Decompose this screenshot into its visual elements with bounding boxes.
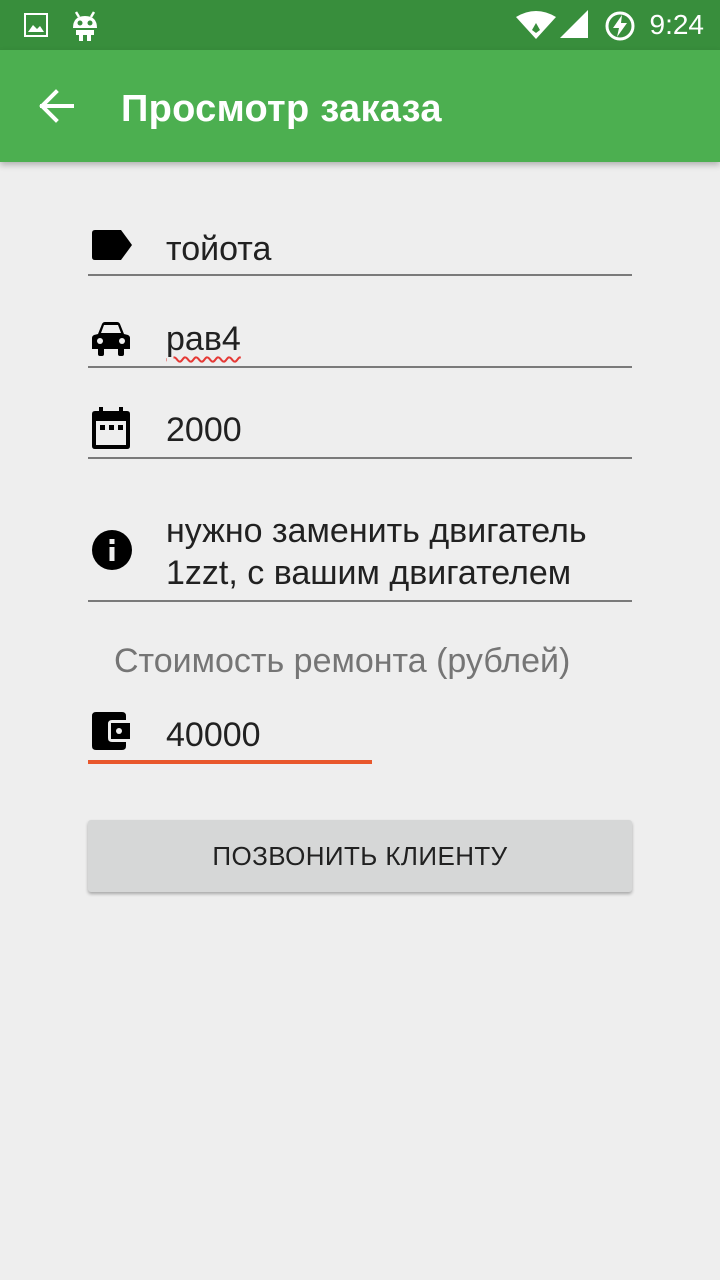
- status-bar: 9:24: [0, 0, 720, 50]
- description-underline: [88, 600, 632, 602]
- page-title: Просмотр заказа: [121, 88, 442, 130]
- model-value: рав4: [166, 320, 241, 358]
- year-field[interactable]: 2000: [88, 400, 632, 459]
- label-icon: [92, 230, 132, 260]
- image-icon: [24, 13, 48, 37]
- description-line-2: 1zzt, с вашим двигателем: [166, 554, 572, 592]
- cyanogenmod-icon: [73, 11, 97, 41]
- arrow-back-icon[interactable]: [30, 80, 82, 132]
- wifi-icon: [516, 11, 556, 39]
- status-time: 9:24: [649, 9, 705, 40]
- calendar-icon: [92, 407, 130, 449]
- brand-field[interactable]: тойота: [88, 218, 632, 276]
- wallet-icon: [92, 712, 130, 750]
- description-line-1: нужно заменить двигатель: [166, 512, 587, 550]
- model-underline: [88, 366, 632, 368]
- info-icon: [92, 530, 132, 570]
- year-value: 2000: [166, 411, 242, 449]
- signal-icon: [560, 10, 588, 38]
- brand-value: тойота: [166, 230, 272, 268]
- car-icon: [92, 322, 130, 356]
- cost-label: Стоимость ремонта (рублей): [114, 642, 571, 680]
- cost-value: 40000: [166, 716, 261, 754]
- cost-field[interactable]: 40000: [88, 704, 372, 764]
- model-field[interactable]: рав4: [88, 310, 632, 368]
- battery-charging-icon: [605, 11, 635, 41]
- description-field[interactable]: нужно заменить двигатель 1zzt, с вашим д…: [88, 510, 632, 602]
- year-underline: [88, 457, 632, 459]
- cost-underline-focused: [88, 760, 372, 764]
- brand-underline: [88, 274, 632, 276]
- call-client-button[interactable]: ПОЗВОНИТЬ КЛИЕНТУ: [88, 820, 632, 892]
